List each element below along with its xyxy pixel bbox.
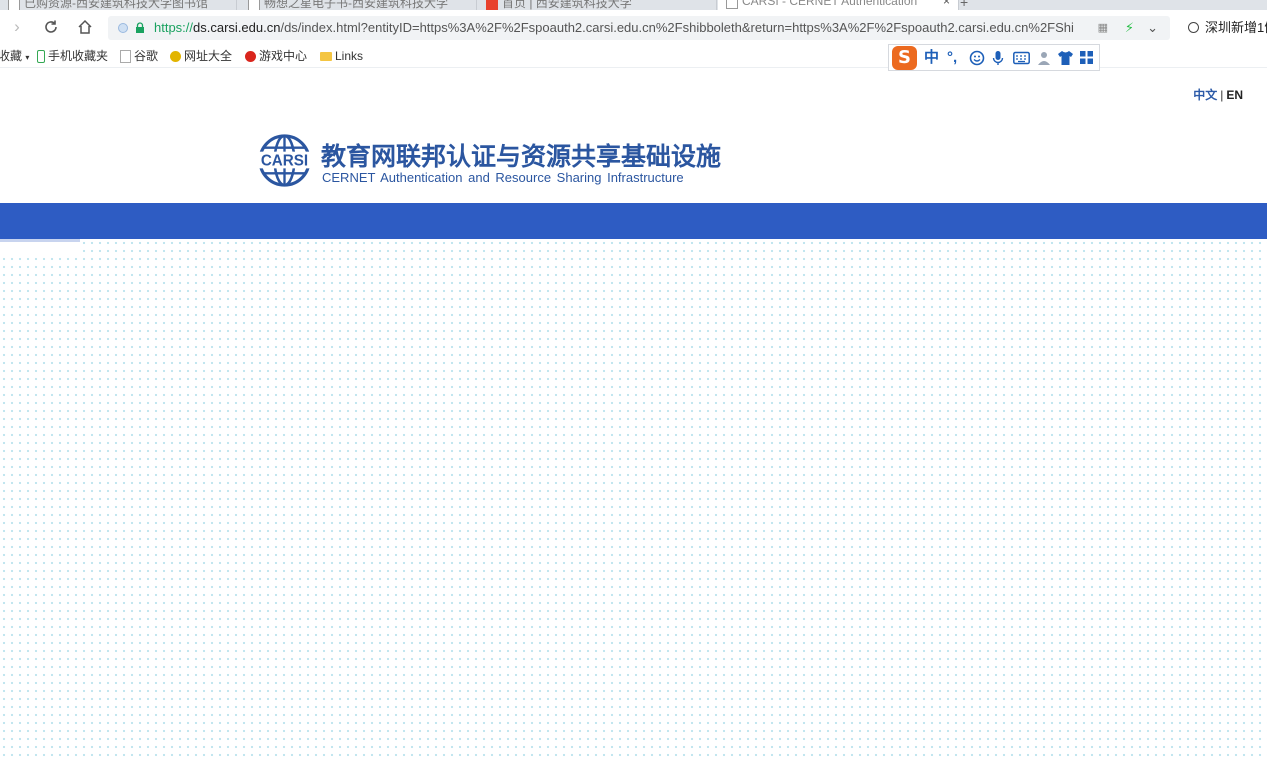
ime-punctuation-toggle[interactable]: °,	[947, 48, 957, 68]
qr-code-icon[interactable]: ▦	[1098, 16, 1108, 40]
tab-carsi[interactable]: CARSI - CERNET Authentication ×	[718, 0, 959, 10]
tab-strip: 已购资源-西安建筑科技大学图书馆 畅想之星电子书-西安建筑科技大学 首页 | 西…	[0, 0, 1267, 10]
site-info-icon[interactable]	[118, 23, 128, 33]
dropdown-icon: ▾	[25, 53, 30, 62]
page-icon	[120, 50, 131, 64]
brand-title-en: CERNET Authentication and Resource Shari…	[322, 170, 684, 185]
language-switcher: 中文 | EN	[1193, 86, 1243, 103]
tab-ebooks[interactable]: 畅想之星电子书-西安建筑科技大学	[240, 0, 477, 10]
svg-text:CARSI: CARSI	[261, 152, 308, 169]
tab-library-resources[interactable]: 已购资源-西安建筑科技大学图书馆	[0, 0, 237, 10]
bookmark-game-center[interactable]: 游戏中心	[245, 45, 307, 67]
search-text: 深圳新增1例	[1205, 20, 1267, 35]
navigation-bar: › https://ds.carsi.edu.cn/ds/index.html?…	[0, 10, 1267, 45]
page-icon	[8, 0, 20, 10]
brand-title-cn: 教育网联邦认证与资源共享基础设施	[321, 142, 722, 171]
ime-toolbar: S 中 °,	[888, 44, 1100, 71]
bookmark-links[interactable]: Links	[320, 45, 363, 67]
dotted-background	[0, 239, 1267, 758]
lang-separator: |	[1220, 88, 1224, 102]
grid-icon[interactable]	[1079, 48, 1094, 71]
shirt-icon[interactable]	[1057, 48, 1074, 72]
lock-icon	[136, 22, 144, 33]
forward-icon[interactable]: ›	[6, 16, 28, 38]
search-icon	[1188, 22, 1199, 33]
lang-zh-link[interactable]: 中文	[1193, 88, 1217, 102]
lang-en-link[interactable]: EN	[1226, 88, 1243, 102]
folder-icon	[320, 52, 332, 62]
carsi-logo: CARSI 教育网联邦认证与资源共享基础设施 CERNET Authentica…	[257, 133, 721, 191]
lightning-icon[interactable]: ⚡	[1125, 16, 1134, 40]
user-icon[interactable]	[1037, 48, 1051, 72]
tab-title: 畅想之星电子书-西安建筑科技大学	[264, 0, 448, 10]
game-icon	[245, 51, 256, 63]
tab-title: CARSI - CERNET Authentication	[742, 0, 918, 8]
chevron-down-icon[interactable]: ⌄	[1147, 16, 1158, 40]
tab-close-icon[interactable]: ×	[943, 0, 950, 8]
search-box[interactable]: 深圳新增1例	[1180, 16, 1267, 40]
address-bar[interactable]: https://ds.carsi.edu.cn/ds/index.html?en…	[108, 16, 1170, 40]
home-icon[interactable]	[74, 16, 96, 38]
phone-icon	[37, 50, 45, 64]
reload-icon[interactable]	[40, 16, 62, 38]
new-tab-button[interactable]: +	[960, 0, 968, 10]
tab-title: 已购资源-西安建筑科技大学图书馆	[24, 0, 208, 10]
url-text: https://ds.carsi.edu.cn/ds/index.html?en…	[154, 20, 1074, 35]
sogou-logo-icon[interactable]: S	[892, 46, 917, 70]
page-icon	[726, 0, 738, 9]
emoji-icon[interactable]	[969, 48, 985, 72]
ime-mode-toggle[interactable]: 中	[924, 48, 939, 68]
bookmark-mobile[interactable]: 手机收藏夹	[37, 45, 108, 67]
bookmark-google[interactable]: 谷歌	[120, 45, 158, 67]
bookmark-url-directory[interactable]: 网址大全	[170, 45, 232, 67]
tab-university-home[interactable]: 首页 | 西安建筑科技大学	[478, 0, 717, 10]
side-tab-accent	[0, 239, 80, 242]
bookmark-favorites[interactable]: 收藏 ▾	[0, 45, 29, 69]
university-icon	[486, 0, 498, 10]
tab-title: 首页 | 西安建筑科技大学	[502, 0, 632, 10]
mic-icon[interactable]	[992, 48, 1004, 72]
keyboard-icon[interactable]	[1013, 48, 1030, 71]
header-band	[0, 203, 1267, 239]
carsi-globe-icon: CARSI	[257, 134, 312, 187]
compass-icon	[170, 51, 181, 63]
page-icon	[248, 0, 260, 10]
